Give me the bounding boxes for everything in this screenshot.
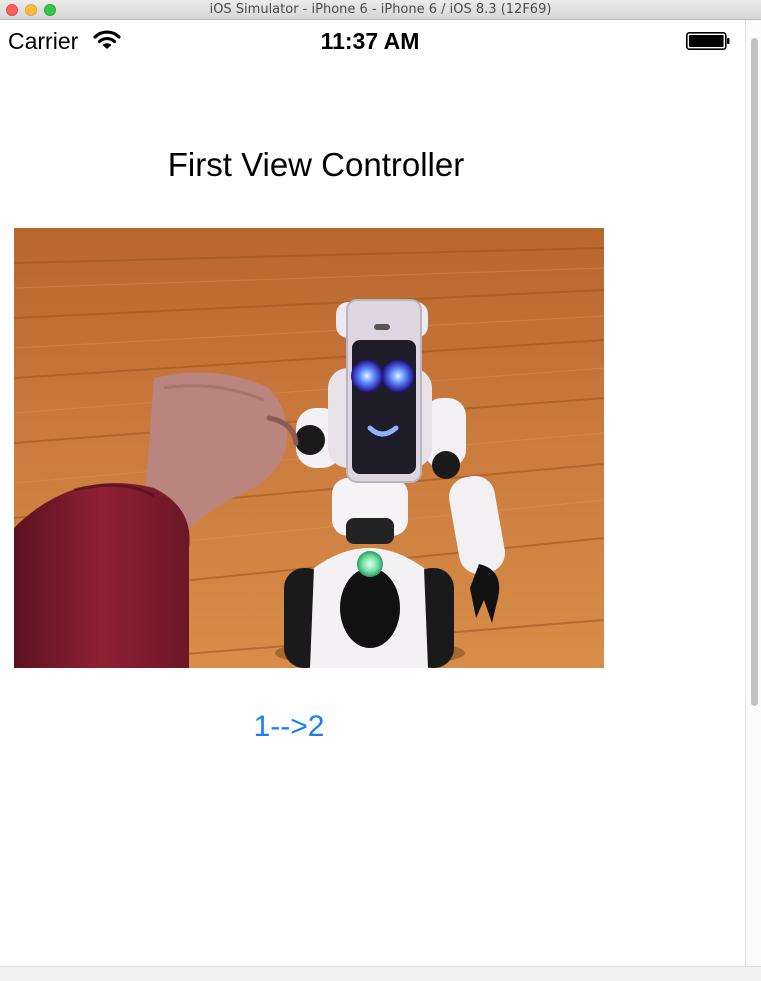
robot-photo <box>14 228 604 668</box>
scrollbar-thumb[interactable] <box>751 38 758 706</box>
window-titlebar: iOS Simulator - iPhone 6 - iPhone 6 / iO… <box>0 0 761 20</box>
window-title: iOS Simulator - iPhone 6 - iPhone 6 / iO… <box>209 2 552 17</box>
ios-status-bar: Carrier 11:37 AM <box>0 20 745 60</box>
status-time: 11:37 AM <box>320 28 420 54</box>
battery-icon <box>686 32 730 50</box>
window-bottom-edge <box>0 966 761 981</box>
page-title: First View Controller <box>167 146 465 183</box>
segue-next-button[interactable]: 1-->2 <box>230 710 348 744</box>
window-scrollbar[interactable] <box>745 20 761 966</box>
